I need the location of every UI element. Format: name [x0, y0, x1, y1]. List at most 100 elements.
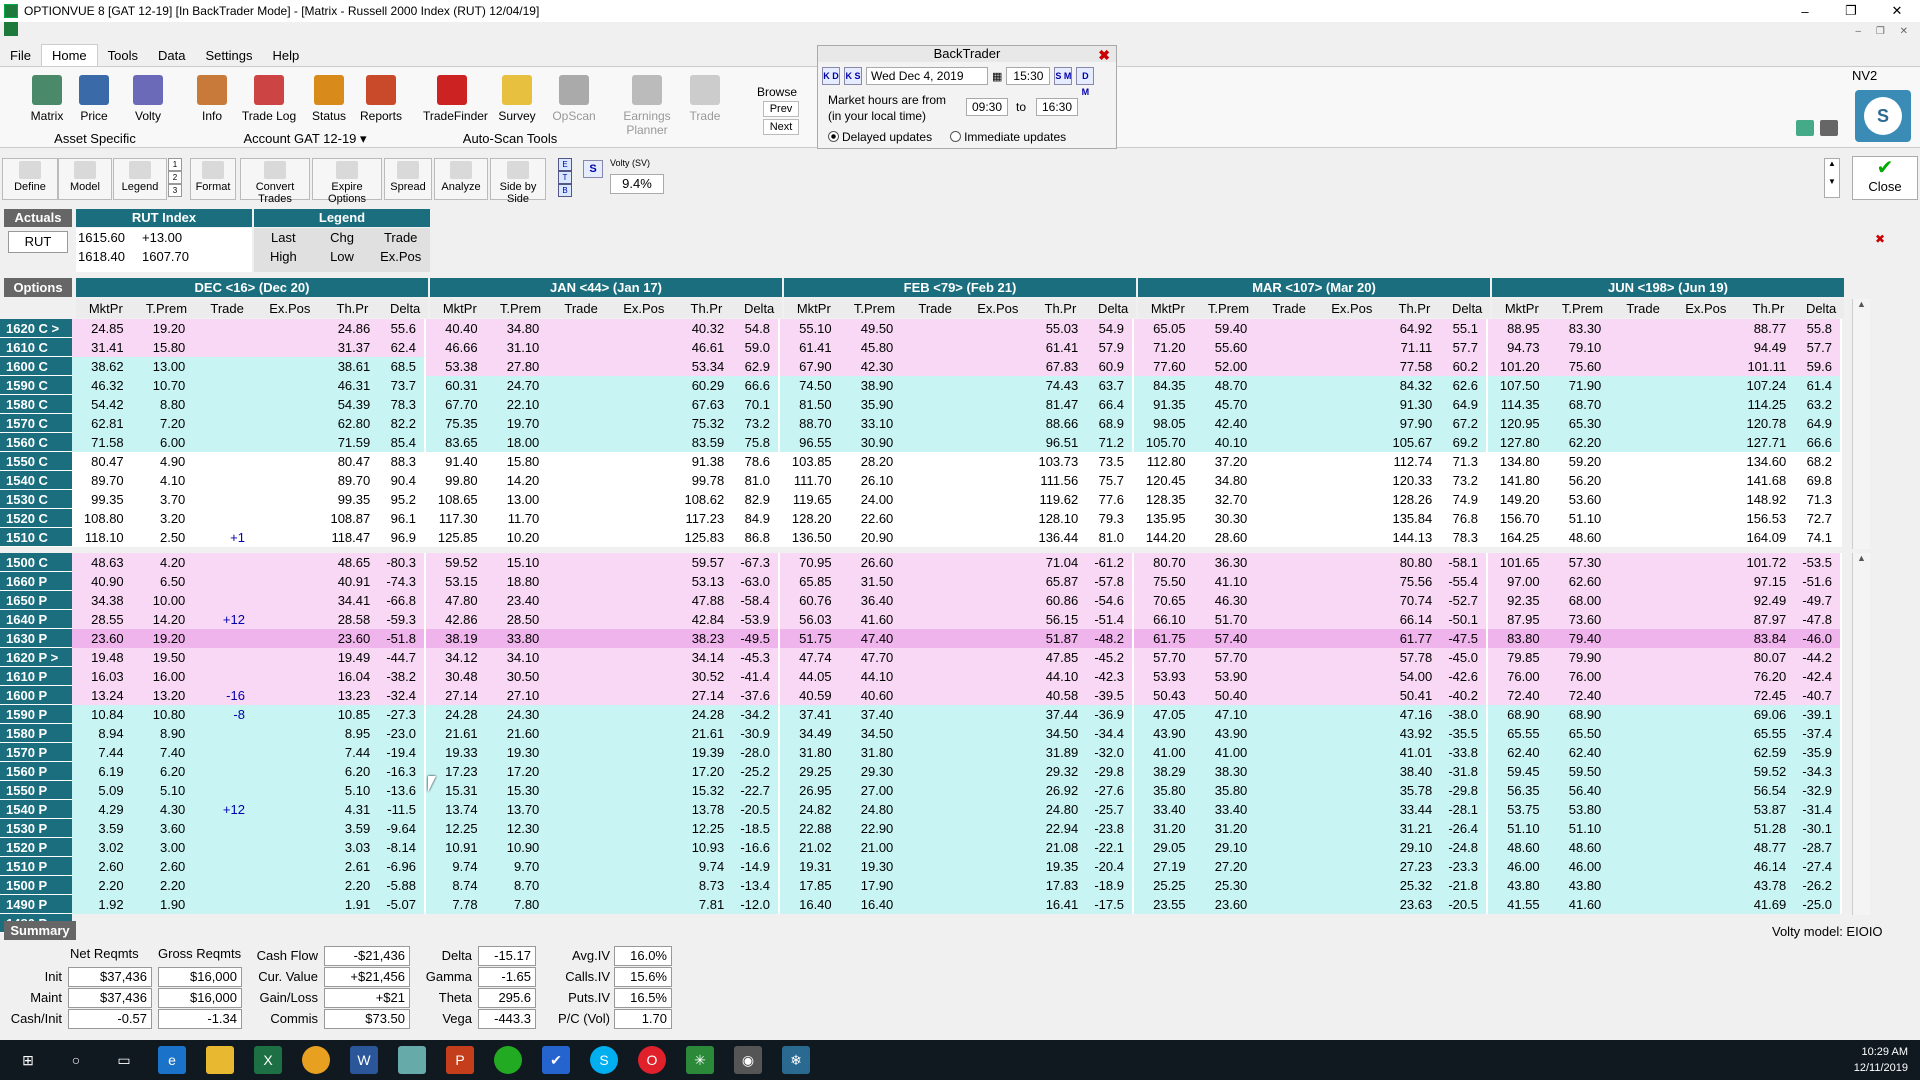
- layout-3[interactable]: 3: [168, 184, 182, 197]
- volty-input[interactable]: 9.4%: [610, 174, 664, 194]
- trade-cell[interactable]: [1255, 686, 1315, 705]
- trade-cell[interactable]: [1255, 376, 1315, 395]
- windows-start-icon[interactable]: ⊞: [14, 1046, 42, 1074]
- spin-arrows[interactable]: ▲ ▼: [1824, 158, 1840, 198]
- trade-cell[interactable]: [1609, 319, 1669, 338]
- strike-label[interactable]: 1590 P: [0, 705, 72, 724]
- call-row[interactable]: 1570 C 62.81 7.20 62.80 82.2 75.35 19.70 75.32 7…: [0, 414, 1852, 433]
- call-row[interactable]: 1600 C 38.62 13.00 38.61 68.5 53.38 27.80 53.34…: [0, 357, 1852, 376]
- close-window-button[interactable]: ✕: [1874, 0, 1920, 22]
- trade-cell[interactable]: [1255, 895, 1315, 914]
- symbol-field[interactable]: RUT: [8, 231, 68, 253]
- trade-cell[interactable]: [1255, 452, 1315, 471]
- trade-cell[interactable]: -8: [193, 705, 253, 724]
- reports-button[interactable]: Reports: [352, 75, 410, 123]
- next-button[interactable]: Next: [763, 119, 799, 135]
- layout-1[interactable]: 1: [168, 158, 182, 171]
- trade-cell[interactable]: [1255, 629, 1315, 648]
- delete-icon[interactable]: ✖: [1875, 232, 1885, 246]
- trade-cell[interactable]: +1: [193, 528, 253, 547]
- trade-cell[interactable]: [1255, 471, 1315, 490]
- trade-cell[interactable]: [1609, 376, 1669, 395]
- menu-home[interactable]: Home: [40, 44, 98, 66]
- put-row[interactable]: 1600 P 13.24 13.20 -16 13.23 -32.4 27.14 27.10 2…: [0, 686, 1852, 705]
- strike-label[interactable]: 1560 C: [0, 433, 72, 452]
- opscan-button[interactable]: OpScan: [545, 75, 603, 123]
- trade-cell[interactable]: [1255, 705, 1315, 724]
- trade-cell[interactable]: [547, 553, 607, 572]
- todo-icon[interactable]: ✔: [542, 1046, 570, 1074]
- quick-access-icon[interactable]: [4, 22, 18, 36]
- strike-label[interactable]: 1510 C: [0, 528, 72, 547]
- put-row[interactable]: 1650 P 34.38 10.00 34.41 -66.8 47.80 23.40 47.8…: [0, 591, 1852, 610]
- trade-cell[interactable]: [1255, 553, 1315, 572]
- trade-cell[interactable]: [901, 471, 961, 490]
- strike-label[interactable]: 1580 C: [0, 395, 72, 414]
- trade-cell[interactable]: [1609, 509, 1669, 528]
- strike-label[interactable]: 1560 P: [0, 762, 72, 781]
- strike-label[interactable]: 1530 P: [0, 819, 72, 838]
- trade-cell[interactable]: [901, 819, 961, 838]
- etb-b[interactable]: B: [558, 184, 572, 197]
- trade-cell[interactable]: [1609, 838, 1669, 857]
- trade-cell[interactable]: [901, 452, 961, 471]
- trade-cell[interactable]: [547, 414, 607, 433]
- trade-log-button[interactable]: Trade Log: [240, 75, 298, 123]
- trade-cell[interactable]: [901, 357, 961, 376]
- etb-t[interactable]: T: [558, 171, 572, 184]
- trade-cell[interactable]: [901, 876, 961, 895]
- call-row[interactable]: 1520 C 108.80 3.20 108.87 96.1 117.30 11.70 117…: [0, 509, 1852, 528]
- put-row[interactable]: 1530 P 3.59 3.60 3.59 -9.64 12.25 12.30 12.25 -1…: [0, 819, 1852, 838]
- trade-cell[interactable]: [901, 338, 961, 357]
- clock[interactable]: 10:29 AM 12/11/2019: [1854, 1044, 1908, 1076]
- call-row[interactable]: 1530 C 99.35 3.70 99.35 95.2 108.65 13.00 108.6…: [0, 490, 1852, 509]
- strike-label[interactable]: 1640 P: [0, 610, 72, 629]
- search-icon[interactable]: ○: [62, 1046, 90, 1074]
- menu-file[interactable]: File: [0, 45, 41, 66]
- trade-cell[interactable]: +12: [193, 610, 253, 629]
- trade-cell[interactable]: [547, 471, 607, 490]
- trade-cell[interactable]: [547, 629, 607, 648]
- trade-cell[interactable]: [1255, 819, 1315, 838]
- trade-cell[interactable]: [1255, 490, 1315, 509]
- trade-cell[interactable]: [193, 338, 253, 357]
- trade-cell[interactable]: [1609, 591, 1669, 610]
- trade-cell[interactable]: [1609, 572, 1669, 591]
- put-row[interactable]: 1620 P >19.48 19.50 19.49 -44.7 34.12 34.10 34…: [0, 648, 1852, 667]
- trade-cell[interactable]: [547, 490, 607, 509]
- volty-button[interactable]: Volty: [119, 75, 177, 123]
- call-row[interactable]: 1550 C 80.47 4.90 80.47 88.3 91.40 15.80 91.38 7…: [0, 452, 1852, 471]
- trade-cell[interactable]: [1609, 686, 1669, 705]
- strike-label[interactable]: 1510 P: [0, 857, 72, 876]
- trade-cell[interactable]: [1255, 838, 1315, 857]
- strike-label[interactable]: 1550 P: [0, 781, 72, 800]
- trade-cell[interactable]: [1255, 433, 1315, 452]
- trade-cell[interactable]: [547, 452, 607, 471]
- strike-label[interactable]: 1540 P: [0, 800, 72, 819]
- layout-selector[interactable]: 1 2 3: [168, 158, 182, 197]
- call-row[interactable]: 1610 C 31.41 15.80 31.37 62.4 46.66 31.10 46.61…: [0, 338, 1852, 357]
- trade-cell[interactable]: [1255, 781, 1315, 800]
- put-row[interactable]: 1660 P 40.90 6.50 40.91 -74.3 53.15 18.80 53.13…: [0, 572, 1852, 591]
- trade-cell[interactable]: [193, 876, 253, 895]
- account-dropdown[interactable]: Account GAT 12-19 ▾: [230, 131, 380, 147]
- menu-help[interactable]: Help: [262, 45, 309, 66]
- trade-cell[interactable]: [193, 572, 253, 591]
- trade-cell[interactable]: [1255, 743, 1315, 762]
- strike-label[interactable]: 1490 P: [0, 895, 72, 914]
- skype-icon[interactable]: S: [590, 1046, 618, 1074]
- trade-cell[interactable]: [901, 591, 961, 610]
- trade-cell[interactable]: [193, 667, 253, 686]
- etb-e[interactable]: E: [558, 158, 572, 171]
- trade-cell[interactable]: [547, 648, 607, 667]
- excel-icon[interactable]: X: [254, 1046, 282, 1074]
- trade-cell[interactable]: [901, 395, 961, 414]
- trade-cell[interactable]: [547, 357, 607, 376]
- strike-label[interactable]: 1610 C: [0, 338, 72, 357]
- trade-cell[interactable]: [547, 743, 607, 762]
- strike-label[interactable]: 1550 C: [0, 452, 72, 471]
- print-icon[interactable]: [1820, 120, 1838, 136]
- strike-label[interactable]: 1650 P: [0, 591, 72, 610]
- sm-button[interactable]: S M: [1054, 67, 1073, 85]
- trade-cell[interactable]: [1255, 338, 1315, 357]
